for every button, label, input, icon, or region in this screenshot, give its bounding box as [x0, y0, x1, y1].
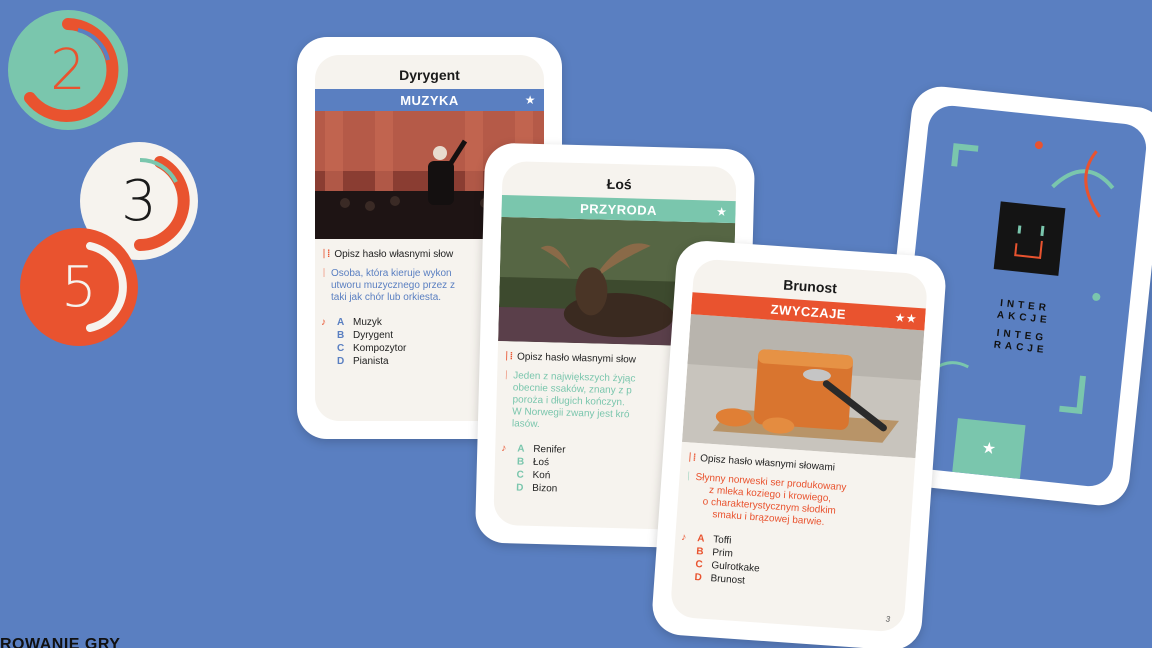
token-2-number: 2	[50, 37, 86, 103]
speech-icon: ᛁ⁞	[686, 452, 697, 464]
category-label: MUZYKA	[400, 92, 459, 108]
category-label: ZWYCZAJE	[770, 301, 847, 322]
speech-icon: ᛁ	[685, 471, 692, 483]
description-text: Jeden z największych żyjąc obecnie ssakó…	[511, 370, 636, 431]
prompt-text: Opisz hasło własnymi słow	[334, 249, 454, 260]
description-text: Osoba, która kieruje wykon utworu muzycz…	[331, 268, 455, 303]
star-icon: ★	[716, 204, 728, 219]
speech-icon: ᛁ	[321, 268, 327, 279]
note-icon: ♪	[680, 532, 687, 544]
description-row: ᛁ Słynny norweski ser produkowany z mlek…	[677, 471, 914, 535]
star-badge: ★	[952, 418, 1026, 479]
speech-icon: ᛁ⁞	[503, 351, 514, 363]
answers-list: ♪ A Toffi B Prim C Gulrotkake D Brunost	[672, 531, 909, 599]
speech-icon: ᛁ	[503, 370, 510, 382]
category-label: PRZYRODA	[579, 200, 658, 218]
note-icon: ♪	[321, 317, 326, 328]
note-icon: ♪	[501, 443, 507, 455]
star-icon: ★★	[894, 310, 918, 326]
card-brunost[interactable]: Brunost ZWYCZAJE ★★ ᛁ⁞ Opisz hasło własn…	[650, 239, 948, 648]
brunost-photo	[681, 314, 925, 459]
page-number: 3	[885, 614, 891, 624]
star-icon: ★	[524, 93, 536, 107]
star-icon: ★	[980, 439, 997, 459]
token-3-number: 3	[121, 168, 157, 234]
token-5: 5	[20, 228, 138, 346]
token-2: 2	[8, 10, 128, 130]
logo-text: INTER AKCJE INTEG RACJE	[993, 297, 1052, 357]
prompt-text: Opisz hasło własnymi słowami	[699, 453, 836, 474]
prompt-text: Opisz hasło własnymi słow	[516, 351, 637, 366]
card-face: Brunost ZWYCZAJE ★★ ᛁ⁞ Opisz hasło własn…	[669, 258, 929, 633]
token-5-number: 5	[61, 254, 97, 320]
speech-icon: ᛁ⁞	[321, 249, 331, 260]
card-title: Dyrygent	[399, 67, 460, 83]
category-band: MUZYKA ★	[315, 89, 544, 111]
footer-text: ROWANIE GRY	[0, 636, 121, 648]
description-text: Słynny norweski ser produkowany z mleka …	[695, 471, 847, 528]
